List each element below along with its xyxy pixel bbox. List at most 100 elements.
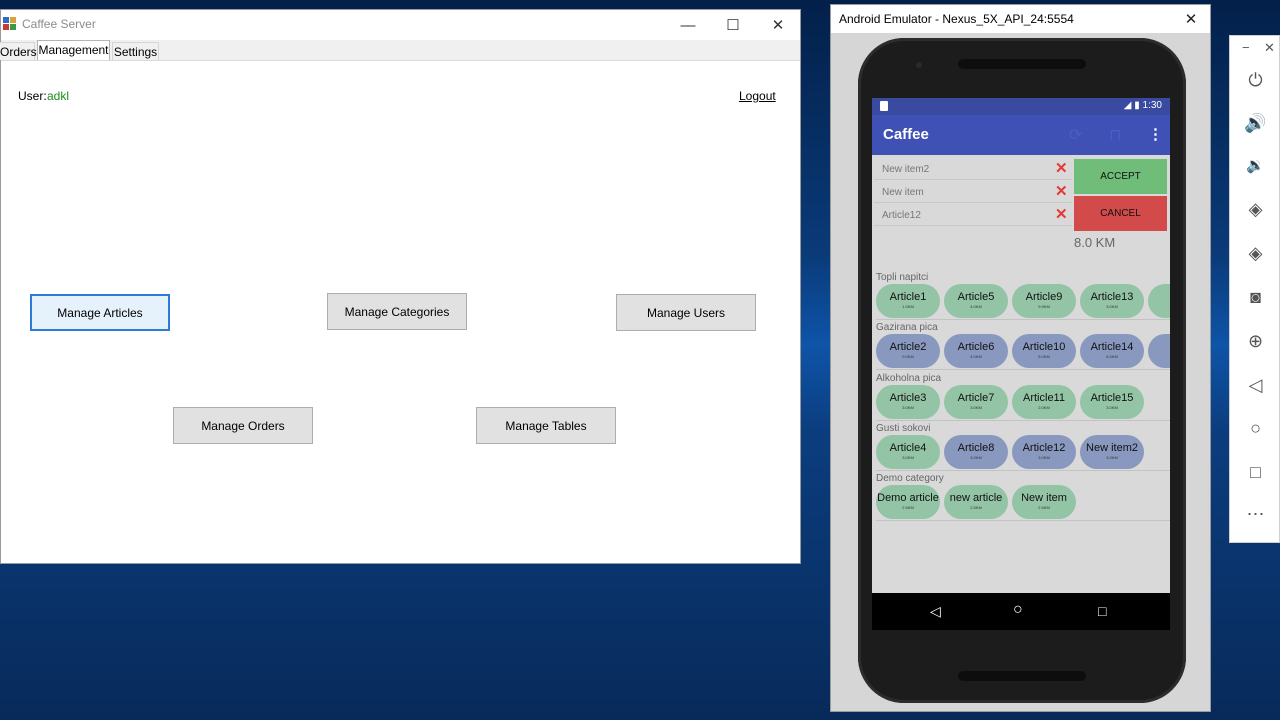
article-chip[interactable]: new article 2.5KM — [944, 485, 1008, 519]
article-chip[interactable]: s — [1148, 284, 1170, 318]
app-title: Caffee — [883, 126, 929, 143]
home-icon[interactable]: ○ — [1230, 418, 1280, 439]
top-speaker — [958, 59, 1086, 69]
article-price: 2.0KM — [1038, 405, 1050, 410]
sd-card-icon — [880, 101, 888, 111]
article-name: Article9 — [1025, 291, 1063, 303]
logout-link[interactable]: Logout — [739, 89, 776, 103]
article-chip[interactable]: Article3 3.0KM — [876, 385, 940, 419]
manage-orders-button[interactable]: Manage Orders — [173, 407, 313, 444]
back-icon[interactable]: ◁ — [1230, 375, 1280, 396]
cancel-button[interactable]: CANCEL — [1074, 196, 1167, 231]
article-chip[interactable]: Article7 3.0KM — [944, 385, 1008, 419]
tab-management[interactable]: Management — [37, 40, 110, 61]
volume-down-icon[interactable]: 🔉 — [1230, 156, 1280, 174]
article-chip[interactable]: Article11 2.0KM — [1012, 385, 1076, 419]
remove-icon[interactable]: ✕ — [1055, 184, 1068, 200]
article-price: 1.0KM — [902, 304, 914, 309]
order-item: New item2 ✕ — [874, 159, 1072, 180]
sidebar-minimize-button[interactable]: − — [1242, 40, 1250, 55]
close-button[interactable]: ✕ — [755, 10, 801, 40]
app-toolbar: Caffee ⟳ ⊓ ⋮ — [872, 115, 1170, 155]
rotate-left-icon[interactable]: ◈ — [1230, 199, 1280, 220]
article-chip[interactable]: New item2 3.0KM — [1080, 435, 1144, 469]
emulator-title-bar[interactable]: Android Emulator - Nexus_5X_API_24:5554 … — [831, 5, 1210, 33]
rotate-right-icon[interactable]: ◈ — [1230, 243, 1280, 264]
volume-up-icon[interactable]: 🔊 — [1230, 113, 1280, 134]
article-chip[interactable]: Article5 4.0KM — [944, 284, 1008, 318]
navigation-bar: ◁ ○ □ — [872, 593, 1170, 630]
status-bar: ◢ ▮ 1:30 — [872, 98, 1170, 115]
article-chip[interactable]: one — [1148, 334, 1170, 368]
order-item: New item ✕ — [874, 182, 1072, 203]
article-chip[interactable]: Article1 1.0KM — [876, 284, 940, 318]
emulator-body: ◢ ▮ 1:30 Caffee ⟳ ⊓ ⋮ New item2 ✕ New it — [831, 33, 1210, 711]
more-icon[interactable]: ⋯ — [1230, 504, 1280, 525]
refresh-icon[interactable]: ⟳ — [1069, 125, 1082, 145]
article-price: 9.0KM — [902, 354, 914, 359]
order-item-name: Article12 — [882, 210, 921, 221]
maximize-button[interactable]: ☐ — [710, 10, 756, 40]
article-chip[interactable]: Article10 5.0KM — [1012, 334, 1076, 368]
article-price: 2.5KM — [970, 505, 982, 510]
category-items-row: Article2 9.0KM Article6 4.0KM Article10 5.0KM… — [876, 334, 1170, 370]
article-chip[interactable]: Article9 9.9KM — [1012, 284, 1076, 318]
tab-settings[interactable]: Settings — [112, 42, 159, 60]
article-price: 3.0KM — [1106, 304, 1118, 309]
manage-categories-button[interactable]: Manage Categories — [327, 293, 467, 330]
order-item-name: New item — [882, 187, 924, 198]
emulator-toolbar: − ✕ ⏻ 🔊 🔉 ◈ ◈ ◙ ⊕ ◁ ○ □ ⋯ — [1229, 35, 1280, 543]
article-chip[interactable]: Demo article 2.5KM — [876, 485, 940, 519]
management-tab-page: User: adkl Logout Manage Articles Manage… — [1, 60, 800, 563]
article-price: 5.0KM — [1038, 354, 1050, 359]
article-name: Article4 — [889, 442, 927, 454]
home-nav-icon[interactable]: ○ — [1013, 601, 1023, 619]
window-title: Caffee Server — [22, 17, 96, 31]
article-chip[interactable]: Article6 4.0KM — [944, 334, 1008, 368]
article-chip[interactable]: Article8 3.0KM — [944, 435, 1008, 469]
category-label: Gazirana pica — [876, 322, 938, 333]
manage-tables-button[interactable]: Manage Tables — [476, 407, 616, 444]
overview-icon[interactable]: □ — [1230, 462, 1280, 483]
power-icon[interactable]: ⏻ — [1230, 70, 1280, 91]
article-chip[interactable]: Article4 3.0KM — [876, 435, 940, 469]
emulator-close-button[interactable]: ✕ — [1176, 7, 1206, 31]
article-chip[interactable]: Article12 3.0KM — [1012, 435, 1076, 469]
article-name: New item2 — [1086, 442, 1138, 454]
article-chip[interactable]: Article15 3.0KM — [1080, 385, 1144, 419]
overflow-menu-icon[interactable]: ⋮ — [1148, 125, 1163, 143]
user-label: User: — [18, 89, 47, 103]
bottom-speaker — [958, 671, 1086, 681]
accept-button[interactable]: ACCEPT — [1074, 159, 1167, 194]
article-chip[interactable]: New item 2.5KM — [1012, 485, 1076, 519]
article-chip[interactable]: Article14 6.0KM — [1080, 334, 1144, 368]
article-price: 3.0KM — [902, 455, 914, 460]
window-title-bar[interactable]: Caffee Server — ☐ ✕ — [1, 10, 800, 40]
article-chip[interactable]: Article2 9.0KM — [876, 334, 940, 368]
android-emulator-window: Android Emulator - Nexus_5X_API_24:5554 … — [830, 4, 1211, 712]
sidebar-close-button[interactable]: ✕ — [1264, 40, 1275, 56]
article-price: 3.0KM — [902, 405, 914, 410]
article-price: 3.0KM — [1038, 455, 1050, 460]
article-name: Article13 — [1090, 291, 1134, 303]
zoom-icon[interactable]: ⊕ — [1230, 331, 1280, 352]
article-name: Article1 — [889, 291, 927, 303]
minimize-button[interactable]: — — [665, 10, 711, 40]
remove-icon[interactable]: ✕ — [1055, 161, 1068, 177]
remove-icon[interactable]: ✕ — [1055, 207, 1068, 223]
back-nav-icon[interactable]: ◁ — [930, 603, 941, 620]
order-total: 8.0 KM — [1074, 235, 1116, 250]
article-chip[interactable]: Article13 3.0KM — [1080, 284, 1144, 318]
manage-articles-button[interactable]: Manage Articles — [30, 294, 170, 331]
article-name: s — [1148, 291, 1170, 303]
article-price: 3.0KM — [970, 405, 982, 410]
camera-icon[interactable]: ◙ — [1230, 287, 1280, 308]
emulator-title: Android Emulator - Nexus_5X_API_24:5554 — [839, 12, 1074, 26]
manage-users-button[interactable]: Manage Users — [616, 294, 756, 331]
category-items-row: Article3 3.0KM Article7 3.0KM Article11 2.0KM… — [876, 385, 1170, 421]
category-items-row: Article1 1.0KM Article5 4.0KM Article9 9.9KM A… — [876, 284, 1170, 320]
article-price: 4.0KM — [970, 354, 982, 359]
recents-nav-icon[interactable]: □ — [1098, 603, 1106, 619]
tab-orders[interactable]: Orders — [0, 42, 37, 60]
table-icon[interactable]: ⊓ — [1109, 125, 1121, 145]
